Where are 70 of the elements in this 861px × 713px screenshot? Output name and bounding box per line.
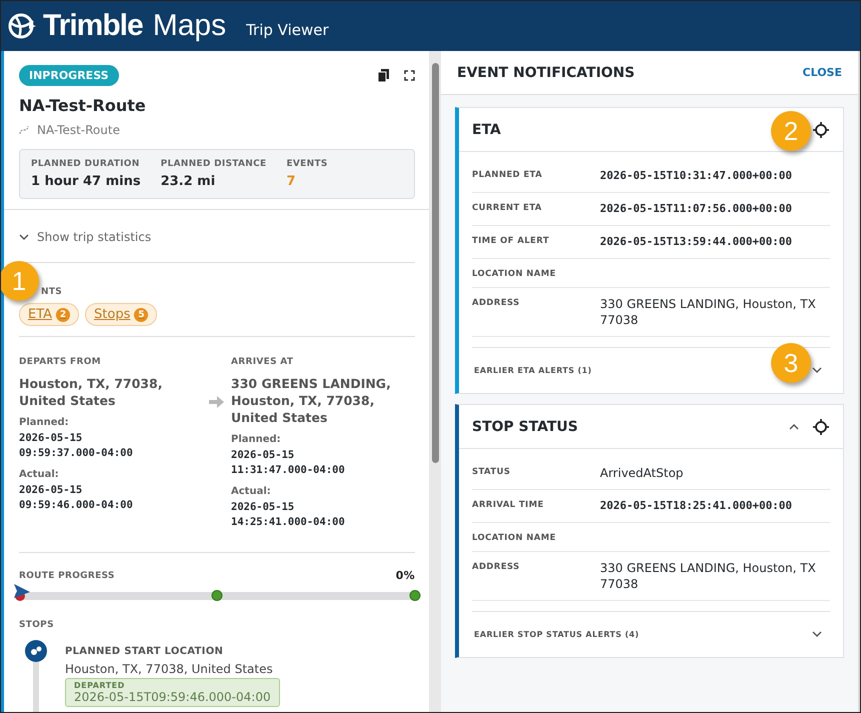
field-label: ADDRESS (472, 297, 521, 310)
status-label: DEPARTED (74, 681, 126, 690)
field-label: TIME OF ALERT (472, 235, 550, 248)
stat-label: PLANNED DISTANCE (160, 159, 266, 169)
planned-time: 2026-05-15 11:31:47.000-04:00 (231, 448, 346, 478)
locate-icon[interactable] (813, 122, 829, 138)
section-label: ARRIVES AT (231, 357, 294, 367)
section-label: DEPARTS FROM (19, 357, 102, 367)
stat-label: PLANNED DURATION (31, 159, 141, 169)
planned-label: Planned: (19, 417, 70, 428)
copy-icon[interactable] (378, 69, 390, 82)
field-value: 2026-05-15T13:59:44.000+00:00 (600, 234, 792, 250)
status-time: 2026-05-15T09:59:46.000-04:00 (74, 690, 271, 704)
event-filter-chip[interactable]: ETA 2 (19, 303, 80, 326)
field-value: 330 GREENS LANDING, Houston, TX 77038 (600, 296, 817, 328)
chevron-down-icon (812, 367, 822, 374)
stat-label: EVENTS (286, 159, 328, 169)
locate-icon[interactable] (813, 418, 829, 434)
stat-value: 23.2 mi (160, 174, 216, 189)
progress-reading: 0% (396, 569, 415, 582)
stat-value: 7 (286, 174, 297, 189)
stop-icon (25, 640, 47, 662)
panel-title: EVENT NOTIFICATIONS (457, 64, 635, 80)
field-label: CURRENT ETA (472, 202, 543, 215)
globe-logo-icon (7, 11, 37, 41)
expand-icon[interactable] (404, 70, 415, 81)
collapse-icon[interactable] (789, 423, 799, 430)
trip-name: NA-Test-Route (19, 96, 147, 115)
planned-time: 2026-05-15 09:59:37.000-04:00 (19, 431, 134, 461)
stop-title: PLANNED START LOCATION (65, 646, 224, 657)
route-name: NA-Test-Route (37, 123, 120, 137)
event-filter-chip[interactable]: Stops 5 (85, 303, 158, 326)
section-label: ROUTE PROGRESS (19, 570, 115, 580)
brand-name: Trimble (43, 9, 143, 43)
earlier-alerts-toggle[interactable]: EARLIER STOP STATUS ALERTS (4) (472, 611, 830, 657)
field-value: 2026-05-15T18:25:41.000+00:00 (600, 498, 792, 514)
route-icon (19, 125, 29, 135)
field-value: ArrivedAtStop (600, 465, 684, 481)
field-label: STATUS (472, 466, 512, 479)
actual-time: 2026-05-15 14:25:41.000-04:00 (231, 500, 346, 530)
chevron-down-icon (812, 631, 822, 638)
section-label: STOPS (19, 620, 55, 630)
card-title: STOP STATUS (472, 418, 578, 434)
field-label: ARRIVAL TIME (472, 499, 545, 512)
chevron-down-icon (19, 234, 29, 240)
place-name: Houston, TX, 77038, United States (19, 375, 164, 409)
field-label: PLANNED ETA (472, 169, 544, 182)
field-value: 2026-05-15T10:31:47.000+00:00 (600, 168, 792, 184)
stop-address: Houston, TX, 77038, United States (65, 662, 274, 676)
field-label: LOCATION NAME (472, 532, 557, 543)
card-title: ETA (472, 122, 501, 138)
field-label: ADDRESS (472, 561, 521, 574)
waypoint-dot (410, 590, 420, 601)
field-value: 2026-05-15T11:07:56.000+00:00 (600, 201, 792, 217)
section-label: NTS (40, 287, 64, 297)
trip-statistics-toggle[interactable]: Show trip statistics (19, 230, 152, 244)
actual-time: 2026-05-15 09:59:46.000-04:00 (19, 483, 134, 513)
waypoint-dot (212, 590, 222, 601)
close-button[interactable]: CLOSE (802, 66, 842, 79)
app-title: Trip Viewer (246, 21, 329, 39)
stat-value: 1 hour 47 mins (31, 174, 141, 189)
field-label: LOCATION NAME (472, 268, 557, 279)
actual-label: Actual: (231, 486, 272, 497)
arrow-right-icon (209, 395, 225, 409)
brand-suffix: Maps (152, 9, 226, 43)
actual-label: Actual: (19, 469, 60, 480)
status-badge: INPROGRESS (19, 65, 119, 86)
planned-label: Planned: (231, 434, 282, 445)
field-value: 330 GREENS LANDING, Houston, TX 77038 (600, 560, 817, 592)
place-name: 330 GREENS LANDING, Houston, TX, 77038, United States (231, 375, 392, 426)
